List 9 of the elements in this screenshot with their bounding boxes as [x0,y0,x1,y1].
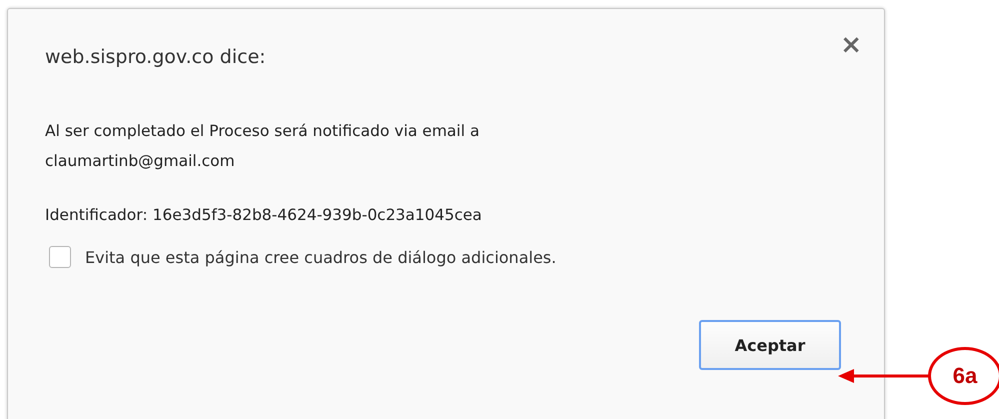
checkbox-label: Evita que esta página cree cuadros de diálogo adicionales. [85,248,556,266]
close-button[interactable]: × [840,32,862,58]
message-text: claumartinb@gmail.com [45,151,236,172]
identifier-text: Identificador: 16e3d5f3-82b8-4624-939b-0c23a1045cea [45,206,483,224]
accept-button[interactable]: Aceptar [699,320,841,370]
callout-badge: 6a [928,347,999,405]
dialog-title: web.sispro.gov.co dice: [45,46,266,68]
message-text: Al ser completado el Proceso será notificado via email a [45,121,480,142]
checkbox[interactable] [49,246,71,268]
